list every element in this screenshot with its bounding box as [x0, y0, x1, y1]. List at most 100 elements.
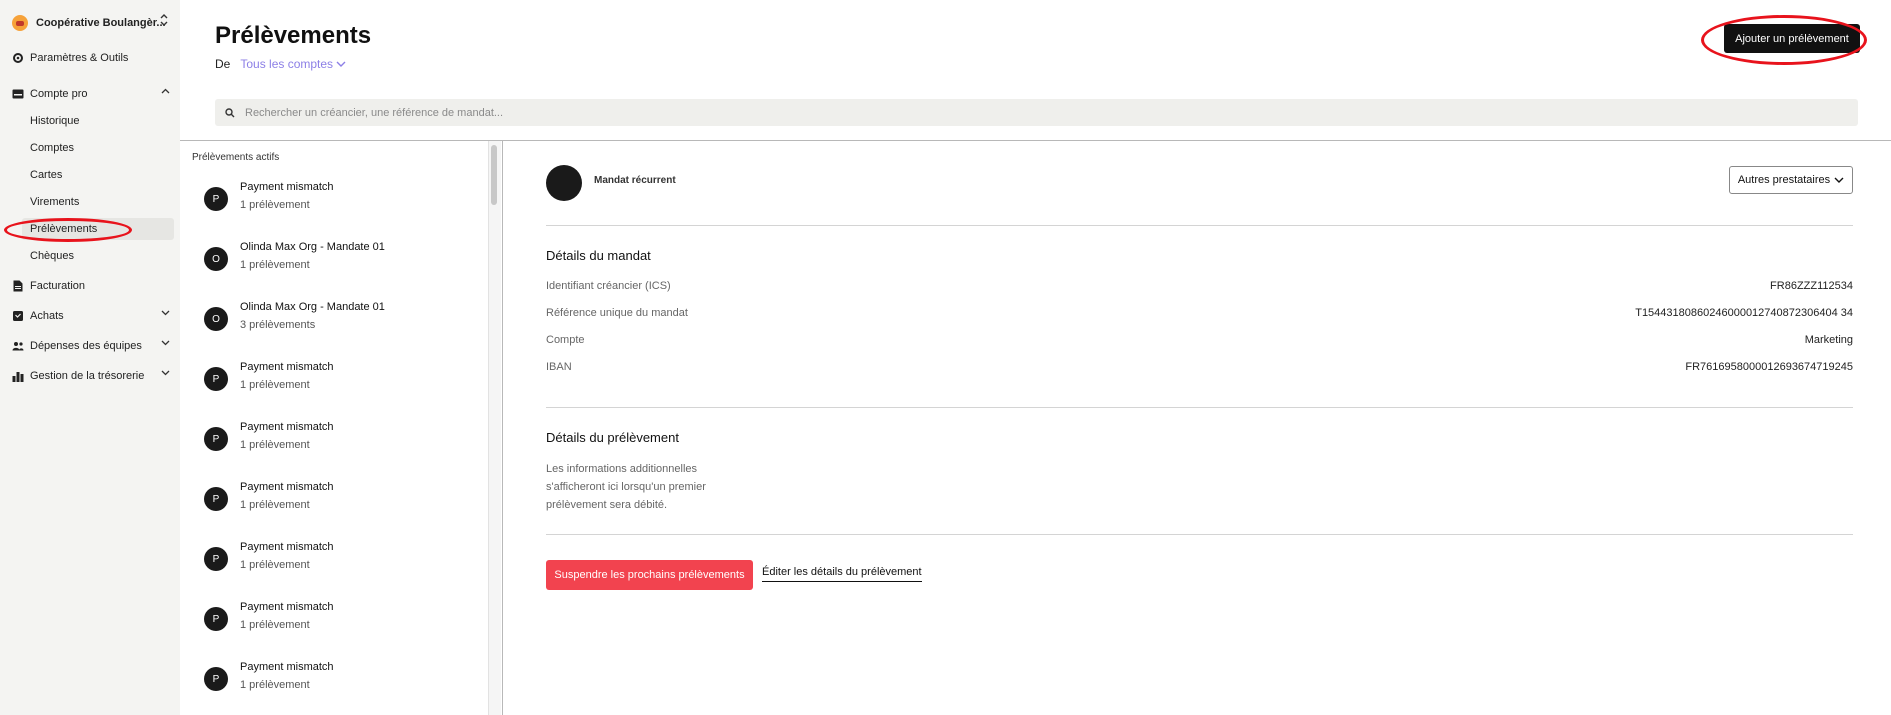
providers-dropdown[interactable]: Autres prestataires — [1729, 166, 1853, 194]
document-icon — [12, 280, 24, 292]
list-item[interactable]: O Olinda Max Org - Mandate 01 1 prélèvem… — [204, 241, 484, 281]
active-debits-list: Prélèvements actifs P Payment mismatch 1… — [180, 141, 503, 715]
debit-count: 1 prélèvement — [240, 679, 310, 691]
suspend-button[interactable]: Suspendre les prochains prélèvements — [546, 560, 753, 590]
debit-count: 1 prélèvement — [240, 259, 310, 271]
creditor-name: Payment mismatch — [240, 481, 334, 493]
scrollbar-thumb[interactable] — [491, 145, 497, 205]
debit-count: 1 prélèvement — [240, 379, 310, 391]
list-item[interactable]: P Payment mismatch 1 prélèvement — [204, 181, 484, 221]
sidebar-subitem-comptes[interactable]: Comptes — [30, 140, 74, 156]
mandate-section-title: Détails du mandat — [546, 248, 651, 263]
avatar: O — [204, 247, 228, 271]
chevron-down-icon — [161, 310, 170, 316]
list-item[interactable]: P Payment mismatch 1 prélèvement — [204, 601, 484, 641]
team-icon — [12, 340, 24, 352]
list-item[interactable]: P Payment mismatch 1 prélèvement — [204, 541, 484, 581]
avatar: O — [204, 307, 228, 331]
sidebar-subitem-cheques[interactable]: Chèques — [30, 248, 74, 264]
sidebar-item-label: Gestion de la trésorerie — [30, 370, 145, 382]
avatar: P — [204, 367, 228, 391]
from-label: De — [215, 57, 231, 71]
debit-count: 1 prélèvement — [240, 559, 310, 571]
search-icon — [225, 107, 235, 118]
chevron-up-icon — [161, 88, 170, 94]
creditor-name: Payment mismatch — [240, 601, 334, 613]
debit-count: 1 prélèvement — [240, 499, 310, 511]
creditor-name: Payment mismatch — [240, 421, 334, 433]
sidebar: Coopérative Boulangèr... Paramètres & Ou… — [0, 0, 180, 715]
sidebar-subitem-cartes[interactable]: Cartes — [30, 167, 62, 183]
chevron-up-down-icon[interactable] — [160, 14, 168, 26]
avatar: P — [204, 427, 228, 451]
sidebar-item-tresorerie[interactable]: Gestion de la trésorerie — [12, 366, 172, 386]
divider — [546, 534, 1853, 535]
debit-section-title: Détails du prélèvement — [546, 430, 679, 445]
card-icon — [12, 88, 24, 100]
avatar: P — [204, 607, 228, 631]
field-value: FR7616958000012693674719245 — [1685, 361, 1853, 373]
sidebar-item-compte-pro[interactable]: Compte pro — [12, 84, 172, 104]
list-title: Prélèvements actifs — [192, 152, 280, 163]
field-label: Référence unique du mandat — [546, 307, 688, 319]
mandate-type: Mandat récurrent — [594, 175, 676, 186]
creditor-name: Payment mismatch — [240, 541, 334, 553]
annotation-circle — [4, 218, 132, 242]
divider — [546, 407, 1853, 408]
creditor-avatar — [546, 165, 582, 201]
account-filter: De Tous les comptes — [215, 57, 346, 71]
edit-details-link[interactable]: Éditer les détails du prélèvement — [762, 566, 922, 582]
debit-count: 1 prélèvement — [240, 199, 310, 211]
sidebar-item-label: Facturation — [30, 280, 86, 292]
chevron-down-icon[interactable] — [336, 61, 346, 67]
org-switcher[interactable]: Coopérative Boulangèr... — [12, 14, 168, 32]
chevron-down-icon — [1834, 177, 1844, 183]
search-bar — [215, 99, 1858, 126]
field-label: Compte — [546, 334, 585, 346]
avatar: P — [204, 487, 228, 511]
account-dropdown[interactable]: Tous les comptes — [240, 57, 333, 71]
list-item[interactable]: P Payment mismatch 1 prélèvement — [204, 421, 484, 461]
annotation-circle — [1701, 15, 1867, 65]
sidebar-item-label: Compte pro — [30, 88, 88, 100]
avatar: P — [204, 547, 228, 571]
creditor-name: Olinda Max Org - Mandate 01 — [240, 301, 385, 313]
sidebar-item-label: Paramètres & Outils — [30, 52, 129, 64]
avatar: P — [204, 187, 228, 211]
debit-info-text: Les informations additionnelles s'affich… — [546, 463, 706, 511]
debit-count: 3 prélèvements — [240, 319, 316, 331]
creditor-name: Payment mismatch — [240, 361, 334, 373]
sidebar-subitem-historique[interactable]: Historique — [30, 113, 80, 129]
org-logo — [12, 15, 28, 31]
sidebar-item-achats[interactable]: Achats — [12, 306, 172, 326]
sidebar-item-depenses[interactable]: Dépenses des équipes — [12, 336, 172, 356]
list-item[interactable]: P Payment mismatch 1 prélèvement — [204, 481, 484, 521]
avatar: P — [204, 667, 228, 691]
cart-icon — [12, 310, 24, 322]
page-title: Prélèvements — [215, 22, 372, 49]
creditor-name: Payment mismatch — [240, 181, 334, 193]
list-item[interactable]: P Payment mismatch 1 prélèvement — [204, 361, 484, 401]
field-label: Identifiant créancier (ICS) — [546, 280, 671, 292]
list-item[interactable]: O Olinda Max Org - Mandate 01 3 prélèvem… — [204, 301, 484, 341]
search-input[interactable] — [245, 106, 845, 119]
sidebar-item-facturation[interactable]: Facturation — [12, 276, 172, 296]
list-item[interactable]: P Payment mismatch 1 prélèvement — [204, 661, 484, 701]
chevron-down-icon — [161, 370, 170, 376]
sidebar-item-settings[interactable]: Paramètres & Outils — [12, 48, 172, 68]
field-value: T15443180860246000012740872306404 34 — [1635, 307, 1853, 319]
debit-count: 1 prélèvement — [240, 619, 310, 631]
sidebar-item-label: Dépenses des équipes — [30, 340, 142, 352]
creditor-name: Olinda Max Org - Mandate 01 — [240, 241, 385, 253]
field-value: Marketing — [1804, 334, 1853, 346]
providers-label: Autres prestataires — [1737, 174, 1831, 186]
debit-count: 1 prélèvement — [240, 439, 310, 451]
gear-icon — [12, 52, 24, 64]
divider — [546, 225, 1853, 226]
sidebar-subitem-virements[interactable]: Virements — [30, 194, 79, 210]
chevron-down-icon — [161, 340, 170, 346]
divider — [502, 141, 503, 715]
bar-chart-icon — [12, 370, 24, 382]
org-name: Coopérative Boulangèr... — [36, 17, 166, 29]
scrollbar[interactable] — [488, 141, 501, 715]
